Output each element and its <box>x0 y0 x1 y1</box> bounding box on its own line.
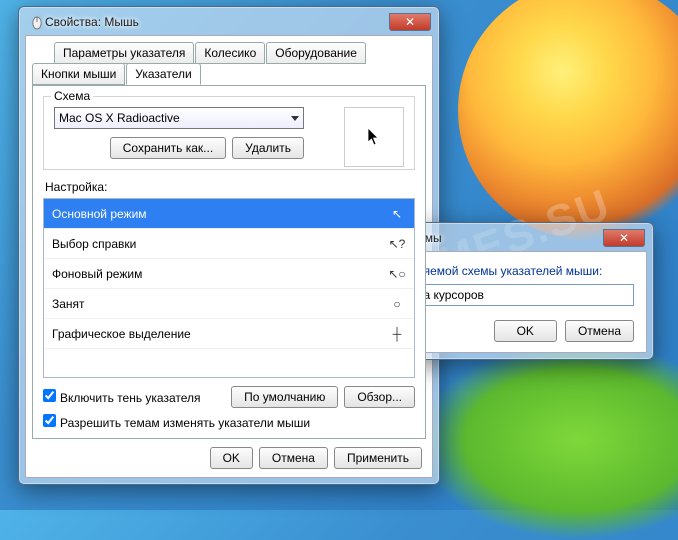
cursor-glyph: ↖? <box>388 237 406 251</box>
list-item[interactable]: Фоновый режим ↖○ <box>44 259 414 289</box>
list-item-label: Выбор справки <box>52 237 136 251</box>
tab-wheel[interactable]: Колесико <box>195 42 265 64</box>
enable-shadow-label[interactable]: Включить тень указателя <box>43 389 201 405</box>
mouse-properties-window: Свойства: Мышь ✕ Параметры указателя Кол… <box>18 6 440 485</box>
save-as-button[interactable]: Сохранить как... <box>110 137 226 159</box>
close-button[interactable]: ✕ <box>389 13 431 31</box>
list-item-label: Графическое выделение <box>52 327 191 341</box>
scheme-group: Схема Mac OS X Radioactive Сохранить как… <box>43 96 415 170</box>
save-cancel-button[interactable]: Отмена <box>565 320 634 342</box>
delete-button[interactable]: Удалить <box>232 137 304 159</box>
list-item-label: Занят <box>52 297 85 311</box>
list-item[interactable]: Графическое выделение ┼ <box>44 319 414 349</box>
tab-pointer-options[interactable]: Параметры указателя <box>54 42 194 64</box>
cursor-glyph: ↖○ <box>388 267 406 281</box>
enable-shadow-checkbox[interactable] <box>43 389 56 402</box>
scheme-legend: Схема <box>51 89 93 103</box>
pointer-list[interactable]: Основной режим ↖ Выбор справки ↖? Фоновый ре… <box>43 198 415 378</box>
allow-themes-label[interactable]: Разрешить темам изменять указатели мыши <box>43 414 310 430</box>
default-button[interactable]: По умолчанию <box>231 386 338 408</box>
browse-button[interactable]: Обзор... <box>344 386 415 408</box>
scheme-combobox[interactable]: Mac OS X Radioactive <box>54 107 304 129</box>
list-item[interactable]: Выбор справки ↖? <box>44 229 414 259</box>
list-item[interactable]: Занят ○ <box>44 289 414 319</box>
mouse-icon <box>29 14 45 30</box>
list-item-label: Основной режим <box>52 207 147 221</box>
customize-label: Настройка: <box>45 180 415 194</box>
save-ok-button[interactable]: OK <box>494 320 557 342</box>
chevron-down-icon <box>291 116 299 121</box>
ok-button[interactable]: OK <box>210 447 253 469</box>
cursor-arrow-icon <box>367 127 381 147</box>
titlebar: Свойства: Мышь ✕ <box>25 13 433 35</box>
allow-themes-checkbox[interactable] <box>43 414 56 427</box>
cursor-preview-box <box>344 107 404 167</box>
list-item-label: Фоновый режим <box>52 267 142 281</box>
close-icon: ✕ <box>405 15 415 29</box>
apply-button[interactable]: Применить <box>334 447 422 469</box>
cursor-glyph: ┼ <box>388 327 406 341</box>
tab-buttons[interactable]: Кнопки мыши <box>32 63 125 85</box>
close-icon: ✕ <box>619 231 629 245</box>
cursor-glyph: ○ <box>388 297 406 311</box>
window-title: Свойства: Мышь <box>45 15 139 29</box>
tab-panel-pointers: Схема Mac OS X Radioactive Сохранить как… <box>32 85 426 439</box>
cancel-button[interactable]: Отмена <box>259 447 328 469</box>
tab-pointers[interactable]: Указатели <box>126 63 200 85</box>
list-item[interactable]: Основной режим ↖ <box>44 199 414 229</box>
scheme-value: Mac OS X Radioactive <box>59 111 180 125</box>
tab-hardware[interactable]: Оборудование <box>266 42 366 64</box>
cursor-glyph: ↖ <box>388 207 406 221</box>
save-close-button[interactable]: ✕ <box>603 229 645 247</box>
